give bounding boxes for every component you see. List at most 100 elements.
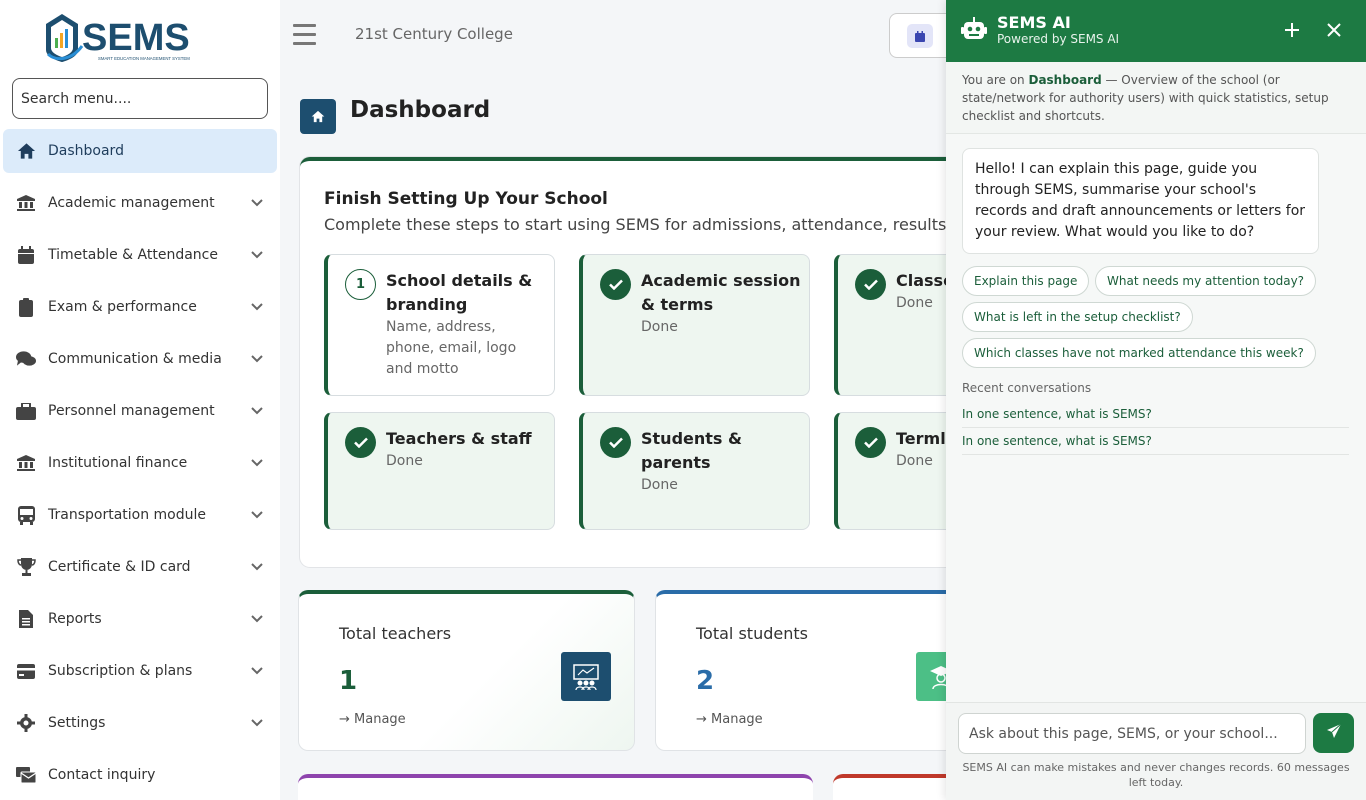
contact-icon — [16, 765, 36, 785]
calendar-icon — [16, 245, 36, 265]
card-icon — [16, 661, 36, 681]
setup-step-teachers[interactable]: Teachers & staff Done — [324, 412, 555, 530]
manage-link-label: Manage — [354, 712, 406, 727]
step-description: Done — [386, 453, 423, 469]
sidebar-item-academic[interactable]: Academic management — [3, 177, 277, 229]
calendar-icon — [907, 24, 933, 48]
setup-checklist-card: Finish Setting Up Your School Complete t… — [300, 157, 980, 567]
send-button[interactable] — [1313, 713, 1354, 753]
sidebar-item-label: Dashboard — [48, 143, 124, 159]
document-icon — [16, 609, 36, 629]
check-icon — [600, 427, 631, 458]
stat-value: 1 — [339, 666, 358, 696]
step-number-badge: 1 — [345, 269, 376, 300]
chevron-down-icon — [251, 195, 263, 211]
ai-assistant-panel: SEMS AI Powered by SEMS AI You are on Da… — [946, 0, 1366, 800]
step-description: Done — [641, 319, 678, 335]
context-page-name: Dashboard — [1028, 73, 1102, 87]
chevron-down-icon — [251, 715, 263, 731]
sidebar-item-certificate[interactable]: Certificate & ID card — [3, 541, 277, 593]
sems-logo[interactable]: SEMS SMART EDUCATION MANAGEMENT SYSTEM — [42, 10, 222, 64]
stat-card-teachers: Total teachers 1 → Manage — [298, 590, 635, 751]
stat-label: Total teachers — [339, 624, 452, 643]
recent-conversations-heading: Recent conversations — [962, 381, 1092, 395]
suggestion-chip[interactable]: Explain this page — [962, 266, 1090, 296]
setup-subtitle: Complete these steps to start using SEMS… — [324, 215, 980, 234]
sidebar-item-label: Contact inquiry — [48, 767, 156, 783]
sidebar-item-reports[interactable]: Reports — [3, 593, 277, 645]
sidebar-item-settings[interactable]: Settings — [3, 697, 277, 749]
sidebar-item-label: Settings — [48, 715, 106, 731]
sidebar: SEMS SMART EDUCATION MANAGEMENT SYSTEM D… — [0, 0, 280, 800]
sidebar-item-label: Reports — [48, 611, 102, 627]
check-icon — [855, 269, 886, 300]
college-name: 21st Century College — [355, 25, 513, 43]
bank-icon — [16, 453, 36, 473]
sidebar-item-label: Timetable & Attendance — [48, 247, 218, 263]
sidebar-item-communication[interactable]: Communication & media — [3, 333, 277, 385]
stat-card-partial — [298, 774, 813, 800]
sidebar-item-exam[interactable]: Exam & performance — [3, 281, 277, 333]
gear-icon — [16, 713, 36, 733]
step-title: Academic session & terms — [641, 271, 801, 314]
new-chat-plus-icon[interactable] — [1280, 18, 1304, 42]
chevron-down-icon — [251, 611, 263, 627]
ai-disclaimer: SEMS AI can make mistakes and never chan… — [962, 761, 1350, 789]
sidebar-item-contact[interactable]: Contact inquiry — [3, 749, 277, 800]
close-icon[interactable] — [1322, 18, 1346, 42]
recent-conversation-item[interactable]: In one sentence, what is SEMS? — [962, 401, 1349, 428]
suggestion-chip[interactable]: Which classes have not marked attendance… — [962, 338, 1316, 368]
assistant-message: Hello! I can explain this page, guide yo… — [962, 148, 1319, 254]
setup-step-students[interactable]: Students & parents Done — [579, 412, 810, 530]
sidebar-menu: Dashboard Academic management Timetable … — [3, 129, 277, 800]
manage-link-label: Manage — [711, 712, 763, 727]
bus-icon — [16, 505, 36, 525]
context-prefix: You are on — [962, 73, 1029, 87]
sidebar-item-timetable[interactable]: Timetable & Attendance — [3, 229, 277, 281]
suggestion-chip[interactable]: What needs my attention today? — [1095, 266, 1317, 296]
chevron-down-icon — [251, 663, 263, 679]
sidebar-item-label: Exam & performance — [48, 299, 197, 315]
setup-step-academic-session[interactable]: Academic session & terms Done — [579, 254, 810, 396]
chevron-down-icon — [251, 507, 263, 523]
setup-title: Finish Setting Up Your School — [324, 189, 608, 209]
ai-message-input[interactable] — [958, 713, 1306, 754]
hamburger-menu-icon[interactable] — [293, 24, 316, 46]
sidebar-item-label: Communication & media — [48, 351, 222, 367]
stat-card-students: Total students 2 → Manage — [655, 590, 975, 751]
briefcase-icon — [16, 401, 36, 421]
stat-label: Total students — [696, 624, 808, 643]
sidebar-item-label: Institutional finance — [48, 455, 188, 471]
manage-teachers-link[interactable]: → Manage — [339, 712, 406, 727]
ai-chat-body: Hello! I can explain this page, guide yo… — [946, 134, 1366, 702]
chevron-down-icon — [251, 559, 263, 575]
sidebar-item-subscription[interactable]: Subscription & plans — [3, 645, 277, 697]
recent-conversation-item[interactable]: In one sentence, what is SEMS? — [962, 428, 1349, 455]
sidebar-item-dashboard[interactable]: Dashboard — [3, 129, 277, 173]
sidebar-item-label: Academic management — [48, 195, 215, 211]
manage-students-link[interactable]: → Manage — [696, 712, 763, 727]
sidebar-item-transport[interactable]: Transportation module — [3, 489, 277, 541]
home-icon — [16, 141, 36, 161]
home-icon — [300, 99, 336, 134]
trophy-icon — [16, 557, 36, 577]
check-icon — [600, 269, 631, 300]
setup-step-school-details[interactable]: 1 School details & branding Name, addres… — [324, 254, 555, 396]
chevron-down-icon — [251, 299, 263, 315]
ai-panel-header: SEMS AI Powered by SEMS AI — [946, 0, 1366, 62]
chevron-down-icon — [251, 351, 263, 367]
sidebar-item-label: Certificate & ID card — [48, 559, 191, 575]
sidebar-item-personnel[interactable]: Personnel management — [3, 385, 277, 437]
ai-title: SEMS AI — [997, 13, 1071, 32]
ai-subtitle: Powered by SEMS AI — [997, 32, 1120, 46]
step-title: Teachers & staff — [386, 429, 532, 448]
clipboard-icon — [16, 297, 36, 317]
sidebar-item-label: Personnel management — [48, 403, 215, 419]
sidebar-item-finance[interactable]: Institutional finance — [3, 437, 277, 489]
suggestion-chip[interactable]: What is left in the setup checklist? — [962, 302, 1193, 332]
page-context-note: You are on Dashboard — Overview of the s… — [946, 62, 1366, 134]
send-icon — [1326, 723, 1342, 743]
logo-text: SEMS — [82, 17, 190, 59]
search-menu-input[interactable] — [12, 78, 268, 119]
sidebar-item-label: Subscription & plans — [48, 663, 193, 679]
